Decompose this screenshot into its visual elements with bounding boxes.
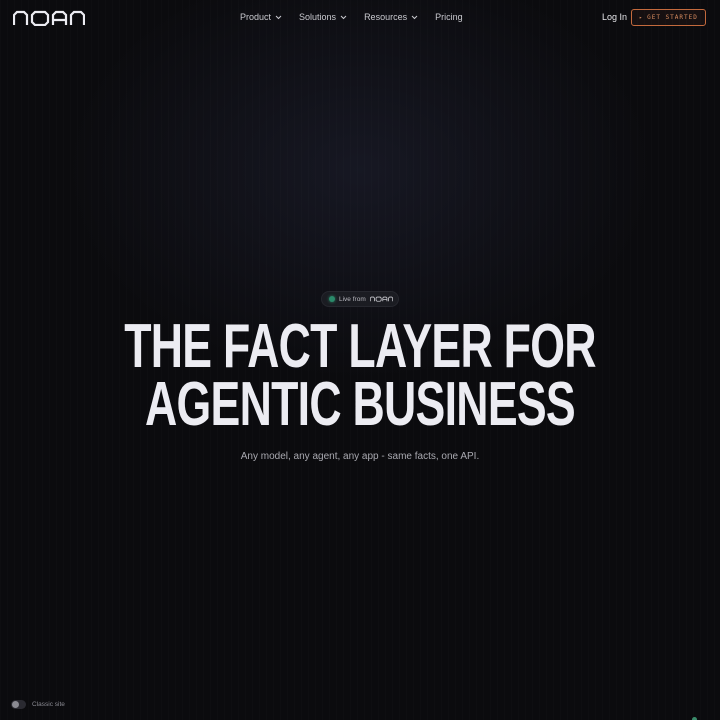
classic-site-toggle[interactable]: Classic site — [11, 700, 65, 709]
live-dot-icon — [329, 296, 335, 302]
nav-item-label: Pricing — [435, 12, 463, 22]
hero-title-line-1: THE FACT LAYER FOR — [124, 312, 596, 381]
noan-wordmark-icon — [12, 10, 86, 27]
nav-item-resources[interactable]: Resources — [364, 11, 418, 23]
noan-badge-logo-icon — [369, 296, 393, 302]
arrow-right-icon: ▸ — [639, 14, 644, 21]
live-badge[interactable]: Live from — [321, 291, 399, 307]
nav-item-label: Product — [240, 12, 272, 22]
top-header: Product Solutions Resources Pricing Log … — [0, 0, 720, 36]
hero-title: THE FACT LAYER FOR AGENTIC BUSINESS — [101, 312, 619, 439]
noan-logo[interactable] — [12, 10, 86, 27]
toggle-knob — [12, 701, 19, 708]
nav-item-label: Solutions — [299, 12, 337, 22]
chevron-down-icon — [275, 15, 282, 19]
nav-item-label: Resources — [364, 12, 408, 22]
page: Product Solutions Resources Pricing Log … — [0, 0, 720, 720]
login-link[interactable]: Log In — [602, 11, 627, 23]
main-nav: Product Solutions Resources Pricing — [240, 11, 463, 23]
chevron-down-icon — [340, 15, 347, 19]
classic-site-label: Classic site — [32, 701, 65, 708]
chevron-down-icon — [411, 15, 418, 19]
nav-item-solutions[interactable]: Solutions — [299, 11, 347, 23]
toggle-switch[interactable] — [11, 700, 26, 709]
badge-prefix: Live from — [339, 295, 366, 303]
get-started-button[interactable]: ▸ GET STARTED — [631, 9, 706, 26]
nav-item-product[interactable]: Product — [240, 11, 282, 23]
hero-subtitle: Any model, any agent, any app - same fac… — [240, 451, 480, 462]
get-started-label: GET STARTED — [647, 14, 698, 21]
hero-title-line-2: AGENTIC BUSINESS — [145, 370, 576, 439]
nav-item-pricing[interactable]: Pricing — [435, 11, 463, 23]
